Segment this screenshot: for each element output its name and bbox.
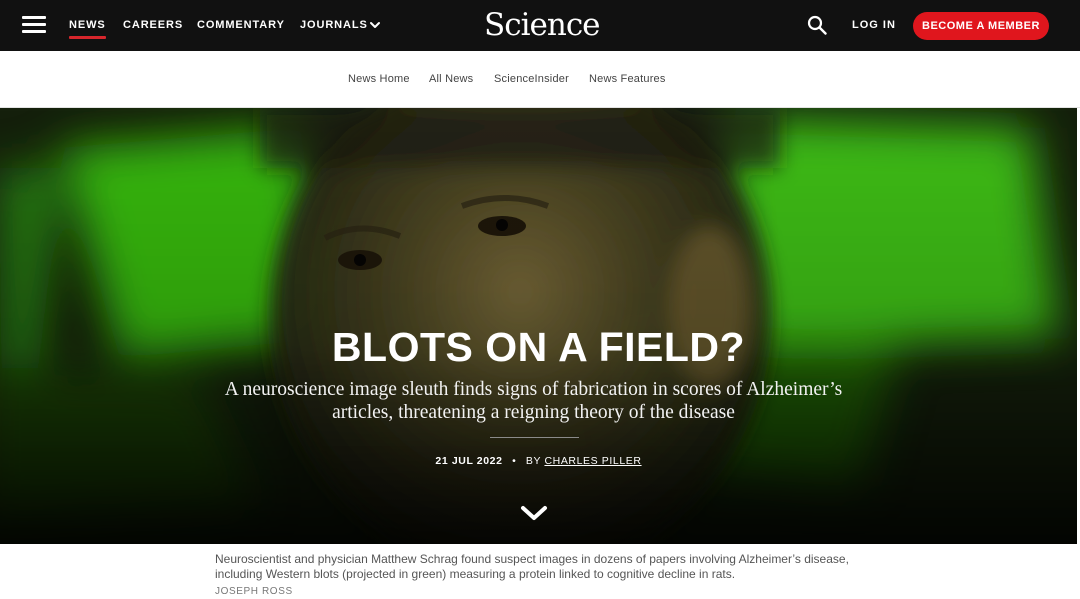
nav-journals[interactable]: JOURNALS	[300, 19, 368, 31]
search-icon[interactable]	[807, 15, 827, 35]
nav-careers[interactable]: CAREERS	[123, 19, 183, 31]
top-navigation-bar: NEWS CAREERS COMMENTARY JOURNALS Science…	[0, 0, 1080, 51]
photo-credit: JOSEPH ROSS	[215, 586, 293, 597]
nav-commentary[interactable]: COMMENTARY	[197, 19, 285, 31]
article-dek: A neuroscience image sleuth finds signs …	[224, 379, 843, 423]
byline-separator: •	[512, 455, 517, 467]
author-link[interactable]: CHARLES PILLER	[544, 455, 641, 467]
nav-news[interactable]: NEWS	[69, 19, 106, 39]
science-logo[interactable]: Science	[484, 6, 601, 44]
hero-banner: BLOTS ON A FIELD? A neuroscience image s…	[0, 108, 1077, 544]
news-subnav: News Home All News ScienceInsider News F…	[0, 51, 1080, 108]
article-headline: BLOTS ON A FIELD?	[331, 324, 746, 370]
become-member-button[interactable]: BECOME A MEMBER	[913, 12, 1049, 40]
chevron-down-icon[interactable]	[369, 19, 381, 31]
publish-date: 21 JUL 2022	[435, 455, 503, 467]
byline: 21 JUL 2022 • BY CHARLES PILLER	[0, 455, 1077, 467]
subnav-scienceinsider[interactable]: ScienceInsider	[494, 73, 569, 85]
subnav-news-home[interactable]: News Home	[348, 73, 410, 85]
menu-icon[interactable]	[22, 16, 46, 34]
image-caption: Neuroscientist and physician Matthew Sch…	[215, 552, 849, 581]
subnav-all-news[interactable]: All News	[429, 73, 473, 85]
subnav-news-features[interactable]: News Features	[589, 73, 666, 85]
byline-by: BY	[525, 455, 541, 467]
divider	[490, 437, 579, 438]
login-link[interactable]: LOG IN	[852, 19, 896, 31]
chevron-down-icon[interactable]	[519, 503, 549, 523]
